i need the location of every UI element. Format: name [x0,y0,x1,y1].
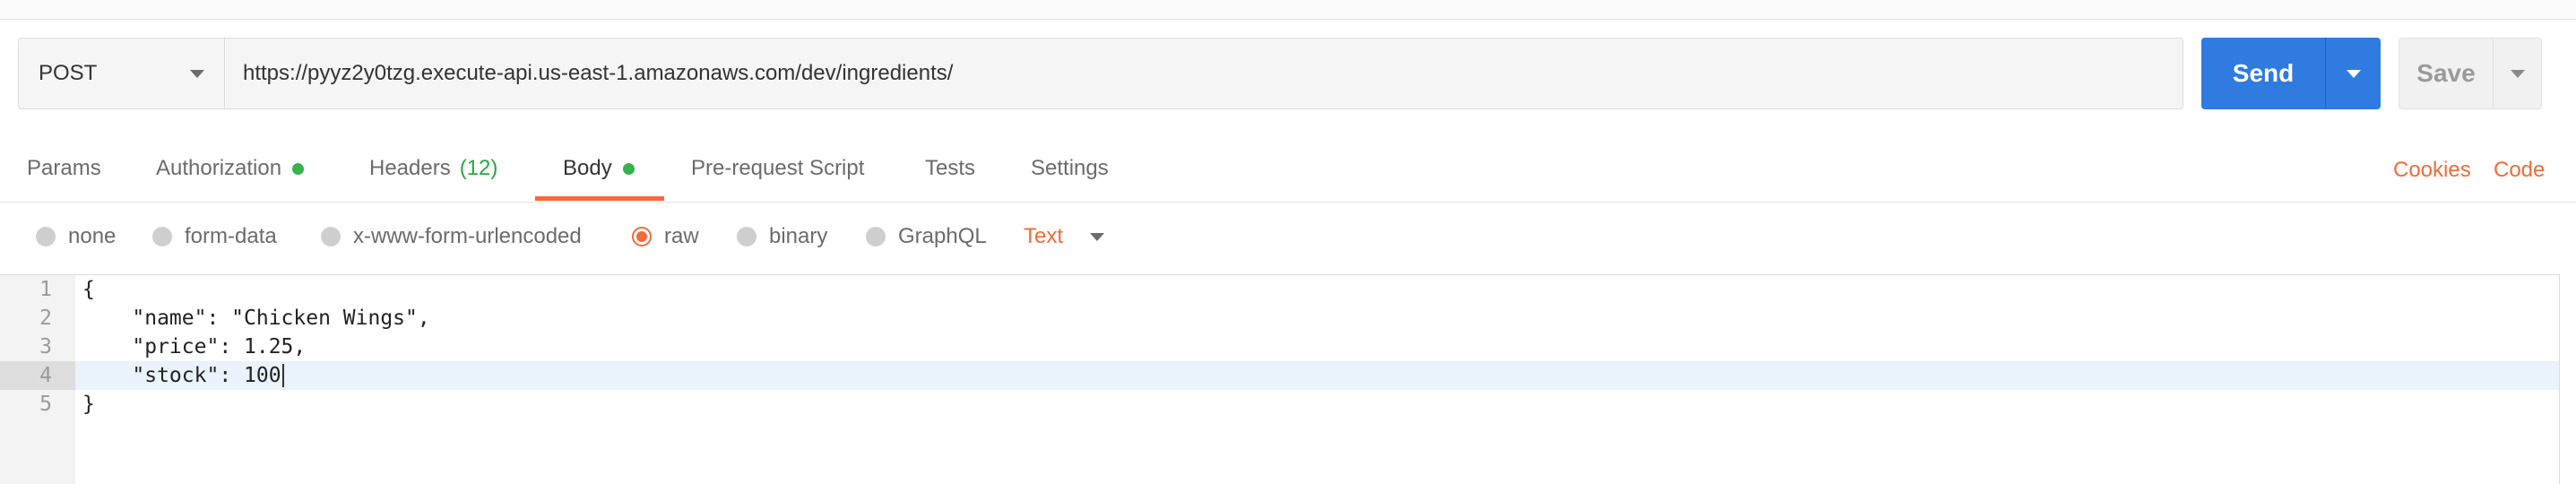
content-type-label: Text [1024,224,1064,248]
tab-tests[interactable]: Tests [925,156,975,181]
code-link[interactable]: Code [2494,158,2545,183]
active-tab-indicator [535,196,664,201]
tab-headers[interactable]: Headers (12) [369,156,497,181]
tab-label: Pre-request Script [691,156,865,180]
radio-icon [152,227,172,246]
chevron-down-icon [190,70,204,78]
chevron-down-icon [1090,232,1105,241]
send-button[interactable]: Send [2201,59,2325,88]
tab-pre-request-script[interactable]: Pre-request Script [691,156,864,181]
url-text: https://pyyz2y0tzg.execute-api.us-east-1… [243,61,954,85]
save-options-button[interactable] [2494,39,2541,108]
radio-icon [321,227,341,246]
line-code: "name": "Chicken Wings", [82,307,430,330]
radio-icon [737,227,756,246]
chevron-down-icon [2510,69,2525,78]
body-editor[interactable]: 1 { 2 "name": "Chicken Wings", 3 "price"… [0,274,2560,484]
editor-line: 3 "price": 1.25, [0,333,2559,361]
editor-line: 5 } [0,390,2559,419]
tab-label: Settings [1031,156,1109,180]
text-cursor [281,364,284,387]
status-dot-icon [292,162,305,175]
option-label: binary [769,224,828,248]
option-label: raw [664,224,699,248]
line-number: 3 [39,335,52,359]
method-select[interactable]: POST [18,38,224,109]
tab-params[interactable]: Params [27,156,101,181]
tab-label: Tests [925,156,976,180]
tab-label: Params [27,156,101,180]
editor-line: 2 "name": "Chicken Wings", [0,304,2559,333]
option-label: GraphQL [898,224,987,248]
save-button[interactable]: Save [2399,59,2493,88]
editor-line: 1 { [0,275,2559,304]
line-code: "price": 1.25, [82,335,307,359]
body-type-raw[interactable]: raw [632,224,699,249]
body-type-binary[interactable]: binary [737,224,827,249]
send-options-button[interactable] [2326,38,2381,109]
headers-count: (12) [459,156,498,180]
top-strip [0,0,2576,20]
line-number: 2 [39,307,52,330]
radio-icon [36,227,56,246]
radio-selected-icon [632,227,652,246]
radio-icon [866,227,886,246]
line-code: { [82,278,95,301]
method-label: POST [39,61,98,85]
body-type-form-data[interactable]: form-data [152,224,277,249]
url-input[interactable]: https://pyyz2y0tzg.execute-api.us-east-1… [224,38,2183,109]
line-number: 1 [39,278,52,301]
line-code: } [82,393,95,416]
chevron-down-icon [2346,69,2361,78]
body-type-urlencoded[interactable]: x-www-form-urlencoded [321,224,582,249]
body-type-graphql[interactable]: GraphQL [866,224,987,249]
tab-body[interactable]: Body [563,156,635,181]
line-code: "stock": 100 [82,364,281,387]
cookies-link[interactable]: Cookies [2393,158,2471,183]
save-button-group: Save [2399,38,2542,109]
tab-label: Headers [369,156,451,180]
editor-line-active: 4 "stock": 100 [0,361,2559,390]
line-number: 5 [39,393,52,416]
content-type-select[interactable]: Text [1024,224,1105,249]
tab-authorization[interactable]: Authorization [156,156,305,181]
tab-label: Authorization [156,156,282,180]
body-type-options: none form-data x-www-form-urlencoded raw… [0,213,2576,267]
status-dot-icon [622,162,635,175]
option-label: x-www-form-urlencoded [353,224,582,248]
tab-label: Body [563,156,612,180]
line-number: 4 [0,361,75,390]
option-label: none [68,224,117,248]
send-button-group: Send [2201,38,2381,109]
body-type-none[interactable]: none [36,224,116,249]
request-tabs: Params Authorization Headers (12) Body P… [0,143,2576,203]
option-label: form-data [185,224,277,248]
tab-settings[interactable]: Settings [1031,156,1109,181]
